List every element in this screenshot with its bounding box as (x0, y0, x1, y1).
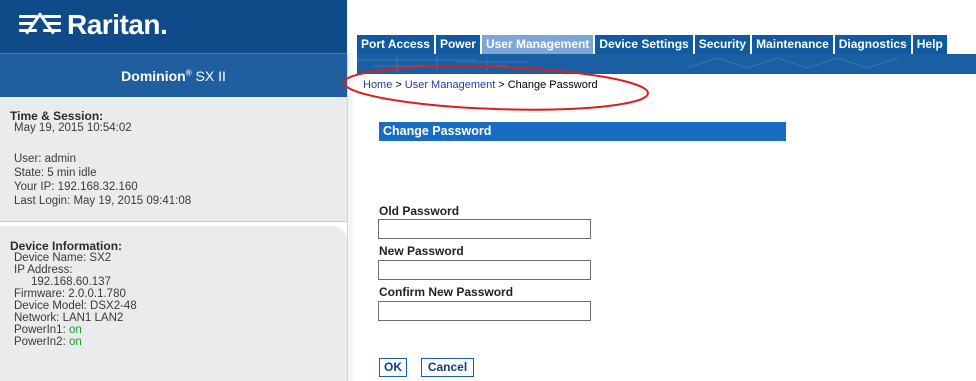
power2-status: on (68, 336, 82, 348)
session-your-ip: Your IP: 192.168.32.160 (14, 181, 138, 193)
tab-device-settings[interactable]: Device Settings (595, 35, 695, 54)
device-model: Device Model: DSX2-48 (14, 300, 137, 312)
device-ip-value: 192.168.60.137 (31, 276, 111, 288)
tab-port-access[interactable]: Port Access (357, 35, 436, 54)
tab-user-management[interactable]: User Management (481, 35, 596, 54)
breadcrumb-current: Change Password (507, 79, 598, 91)
page-title: Change Password (379, 122, 786, 141)
session-state: State: 5 min idle (14, 167, 97, 179)
cancel-button[interactable]: Cancel (421, 358, 474, 377)
confirm-password-field[interactable] (378, 301, 591, 321)
breadcrumb-user-management-link[interactable]: User Management (405, 79, 496, 91)
old-password-field[interactable] (378, 219, 591, 239)
session-user: User: admin (14, 153, 76, 165)
breadcrumb-separator: > (395, 79, 402, 91)
tab-security[interactable]: Security (694, 35, 753, 54)
power1-status: on (68, 324, 82, 336)
nav-decor-band (357, 54, 976, 74)
session-title: Time & Session: (10, 109, 104, 123)
logo-bar: Raritan. (0, 0, 347, 53)
device-title: Device Information: (10, 239, 123, 253)
breadcrumb: Home > User Management > Change Password (363, 79, 598, 91)
device-name: Device Name: SX2 (14, 252, 112, 264)
ok-button[interactable]: OK (379, 358, 407, 377)
old-password-label: Old Password (379, 204, 460, 218)
session-last-login: Last Login: May 19, 2015 09:41:08 (14, 195, 192, 207)
new-password-field[interactable] (378, 260, 591, 280)
tab-maintenance[interactable]: Maintenance (752, 35, 835, 54)
confirm-password-label: Confirm New Password (379, 285, 514, 299)
device-firmware: Firmware: 2.0.0.1.780 (14, 288, 126, 300)
device-power2: PowerIn2: on (14, 336, 82, 348)
new-password-label: New Password (379, 244, 464, 258)
product-bar: Dominion® SX II (0, 53, 347, 97)
circuit-pattern-icon (357, 56, 898, 72)
device-power1: PowerIn1: on (14, 324, 82, 336)
tab-diagnostics[interactable]: Diagnostics (834, 35, 913, 54)
breadcrumb-home-link[interactable]: Home (363, 79, 392, 91)
raritan-logo: Raritan. (19, 9, 168, 41)
breadcrumb-separator: > (498, 79, 505, 91)
tab-power[interactable]: Power (435, 35, 482, 54)
device-ip-label: IP Address: (14, 264, 73, 276)
top-strip (347, 0, 976, 35)
session-datetime: May 19, 2015 10:54:02 (14, 122, 132, 134)
sidebar: Raritan. Dominion® SX II Time & Session:… (0, 0, 347, 381)
tab-help[interactable]: Help (912, 35, 949, 54)
product-name: Dominion® SX II (121, 68, 226, 84)
logo-text: Raritan. (67, 9, 168, 40)
session-panel: Time & Session: May 19, 2015 10:54:02 Us… (0, 97, 347, 222)
main-nav: Port Access Power User Management Device… (357, 35, 949, 54)
raritan-logo-icon (19, 11, 61, 39)
device-network: Network: LAN1 LAN2 (14, 312, 124, 324)
device-panel: Device Information: Device Name: SX2 IP … (0, 226, 347, 381)
column-divider (347, 53, 353, 381)
